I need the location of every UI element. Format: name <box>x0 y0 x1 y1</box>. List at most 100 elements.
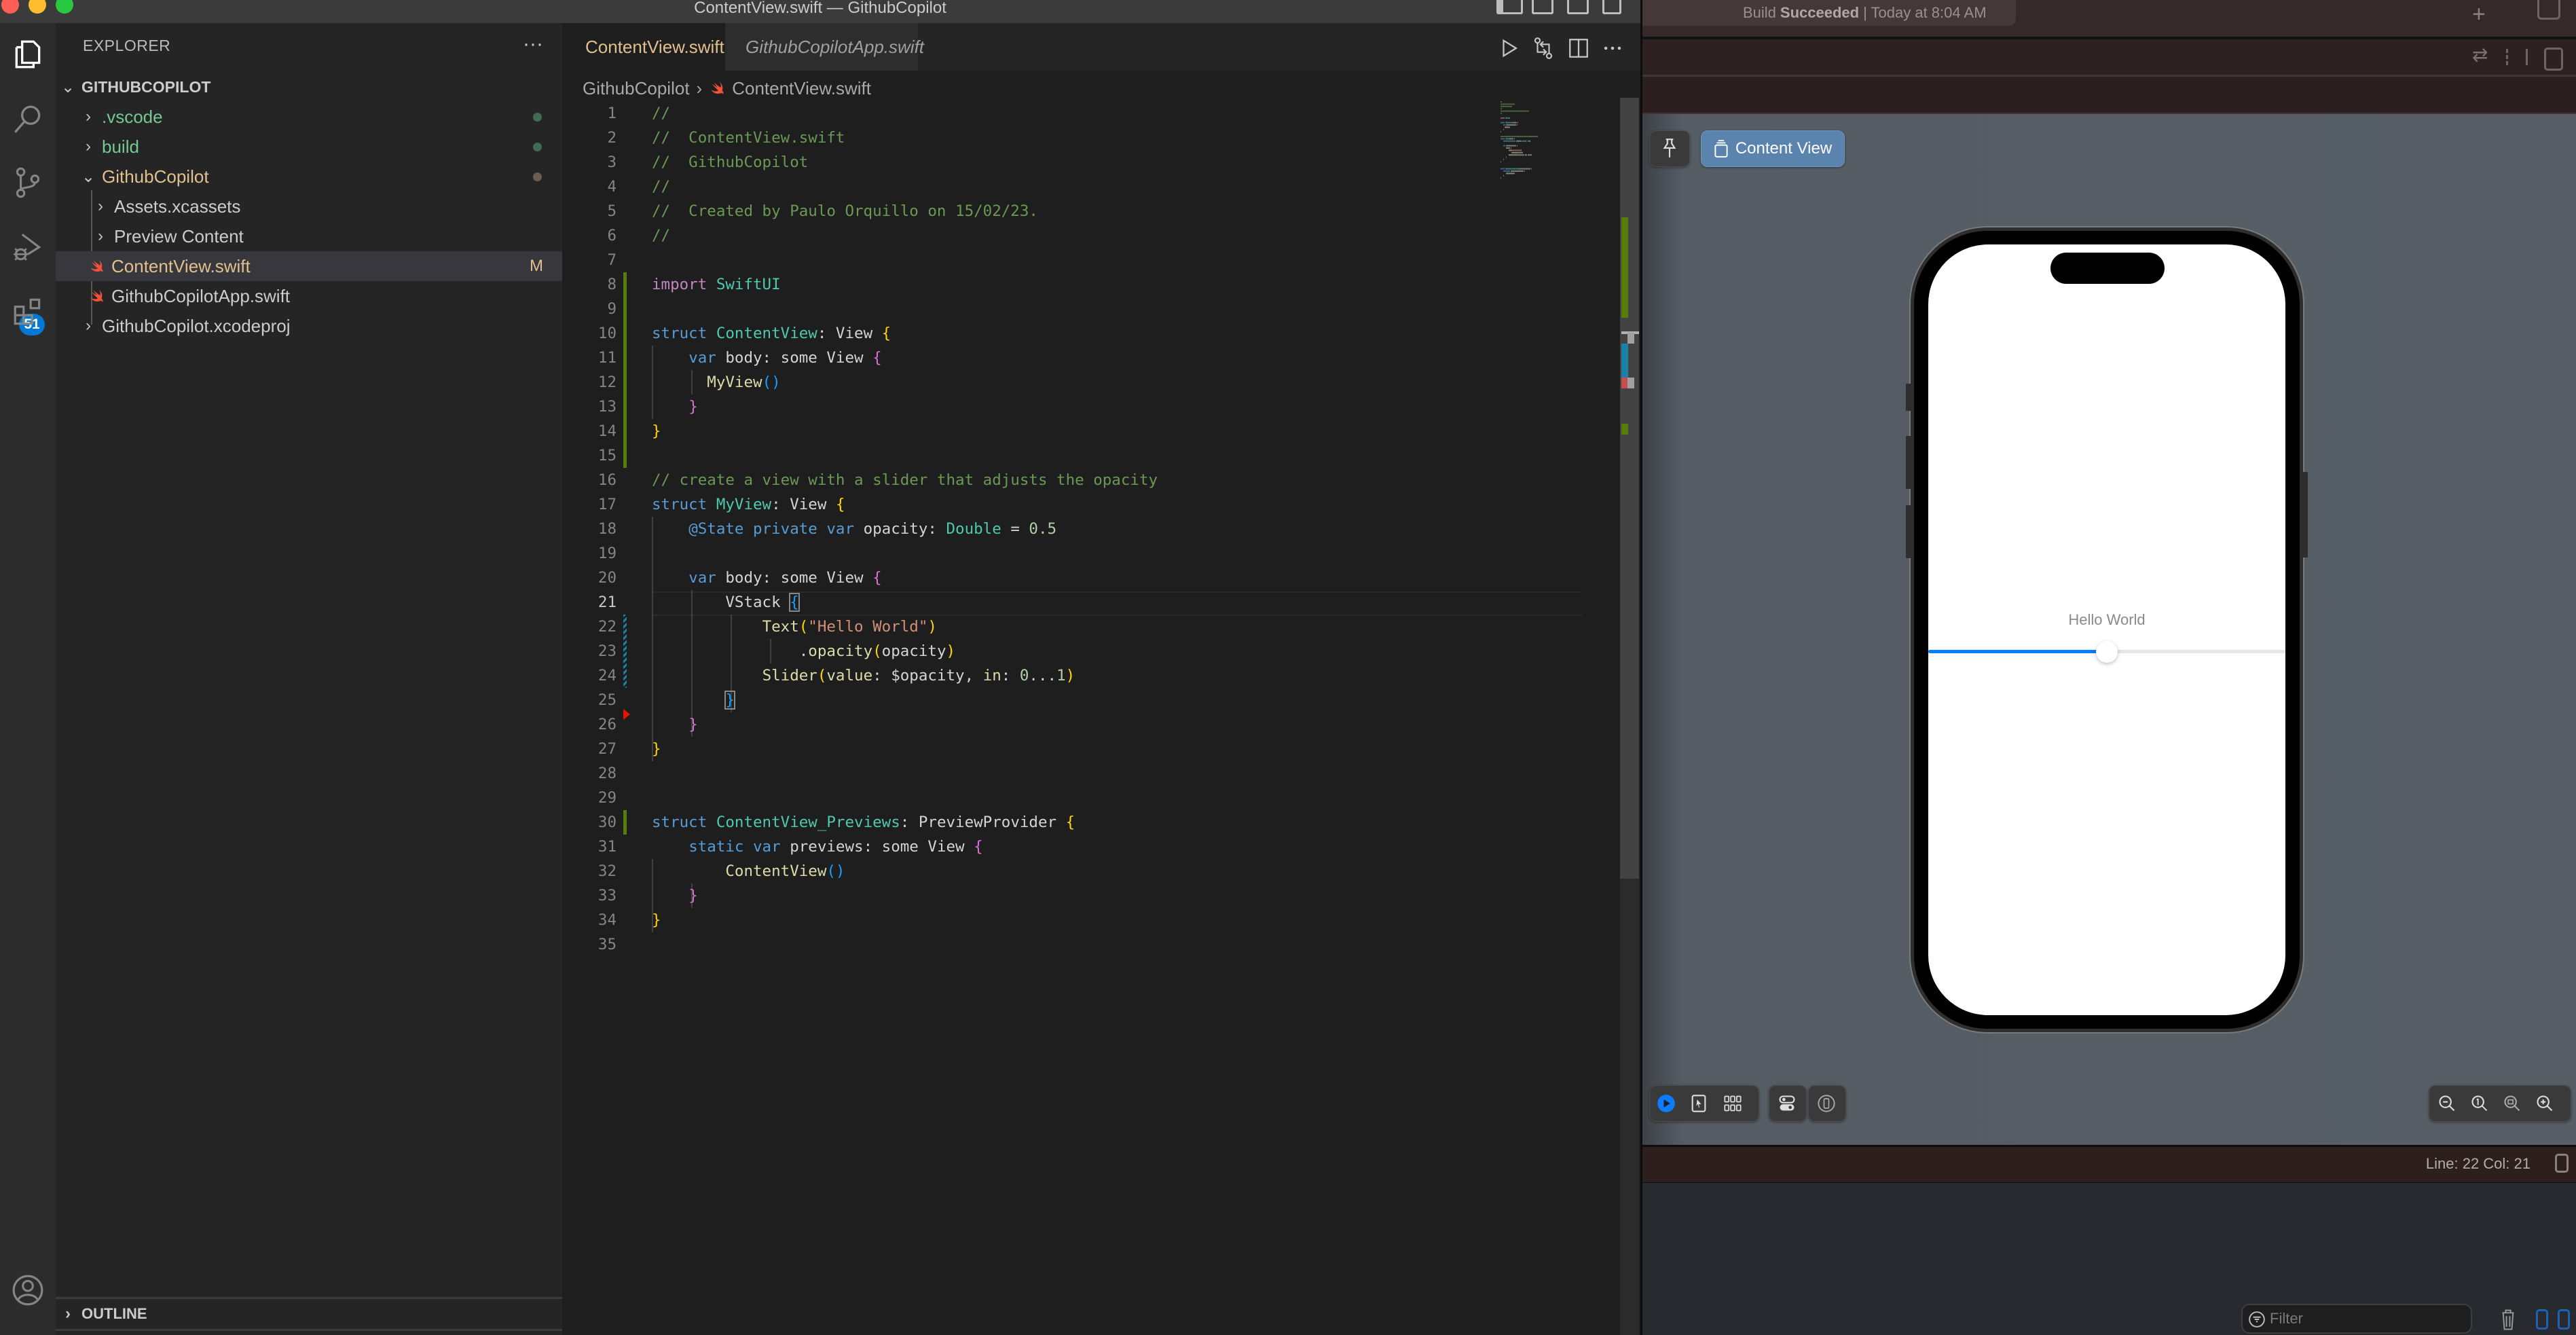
code-line[interactable]: // <box>652 223 670 248</box>
swap-icon[interactable]: ⇄ <box>2472 43 2488 66</box>
zoom-in-icon[interactable] <box>2535 1094 2554 1113</box>
minimap[interactable] <box>1501 101 1575 183</box>
code-line[interactable]: } <box>652 395 698 419</box>
code-token: MyView <box>716 496 772 513</box>
preview-canvas[interactable]: Content View Hello World <box>1642 114 2576 1145</box>
code-line[interactable]: ContentView() <box>652 859 845 883</box>
split-editor-icon[interactable] <box>1567 37 1590 60</box>
workspace-root[interactable]: ⌄ GITHUBCOPILOT <box>56 72 562 102</box>
tree-item-contentview-swift[interactable]: ContentView.swift M <box>56 251 562 281</box>
tree-item-assets[interactable]: › Assets.xcassets <box>56 191 562 221</box>
zoom-out-icon[interactable] <box>2437 1094 2457 1113</box>
code-line[interactable]: Slider(value: $opacity, in: 0...1) <box>652 663 1075 688</box>
breadcrumb-file[interactable]: ContentView.swift <box>732 78 871 99</box>
minimap-token <box>1501 101 1502 103</box>
chevron-down-icon: ⌄ <box>81 167 96 186</box>
minimap-token <box>1503 145 1505 147</box>
selectable-icon[interactable] <box>1689 1094 1708 1113</box>
code-line[interactable]: struct ContentView_Previews: PreviewProv… <box>652 810 1075 835</box>
code-line[interactable]: var body: some View { <box>652 346 881 370</box>
preview-slider-thumb[interactable] <box>2096 641 2118 663</box>
code-line[interactable]: // Created by Paulo Orquillo on 15/02/23… <box>652 199 1038 223</box>
code-token: opacity <box>808 642 873 660</box>
toggle-secondary-sidebar-icon[interactable] <box>1567 0 1589 14</box>
tree-item-xcodeproj[interactable]: › GithubCopilot.xcodeproj <box>56 311 562 341</box>
show-console-view-icon[interactable] <box>2558 1309 2570 1330</box>
zoom-fit-icon[interactable] <box>2503 1094 2522 1113</box>
tree-item-vscode[interactable]: › .vscode <box>56 102 562 132</box>
code-line[interactable]: } <box>652 712 698 737</box>
clear-console-icon[interactable] <box>2499 1308 2517 1331</box>
code-line[interactable]: static var previews: some View { <box>652 835 983 859</box>
breadcrumb-folder[interactable]: GithubCopilot <box>583 78 690 99</box>
run-icon[interactable] <box>1498 37 1521 60</box>
code-token: SwiftUI <box>716 276 781 293</box>
activity-run-debug[interactable] <box>0 220 56 274</box>
code-token: opacity <box>881 642 946 660</box>
editor-options-icon[interactable] <box>2506 49 2528 65</box>
code-token: opacity: <box>854 520 946 538</box>
tree-item-preview-content[interactable]: › Preview Content <box>56 221 562 251</box>
overview-selection-marker <box>1627 333 1634 344</box>
code-line[interactable]: } <box>652 908 661 932</box>
show-variables-view-icon[interactable] <box>2536 1309 2548 1330</box>
activity-source-control[interactable]: 51 <box>0 156 56 335</box>
code-line[interactable]: // GithubCopilot <box>652 150 808 175</box>
code-line[interactable]: Text("Hello World") <box>652 615 937 639</box>
toggle-primary-sidebar-icon[interactable] <box>1496 0 1523 14</box>
code-line[interactable]: // <box>652 101 670 126</box>
zoom-100-icon[interactable] <box>2470 1094 2489 1113</box>
code-line[interactable]: } <box>652 688 735 712</box>
customize-layout-icon[interactable] <box>1602 0 1621 14</box>
line-number: 12 <box>597 373 617 391</box>
code-line[interactable]: // create a view with a slider that adju… <box>652 468 1158 492</box>
device-settings-button[interactable] <box>1769 1085 1807 1122</box>
tree-item-app-swift[interactable]: GithubCopilotApp.swift <box>56 281 562 311</box>
minimap-token <box>1501 105 1512 107</box>
toggle-panel-icon[interactable] <box>1532 0 1553 14</box>
more-actions-icon[interactable] <box>1601 37 1624 60</box>
pin-icon <box>1663 139 1676 158</box>
inspector-toggle-icon[interactable] <box>2537 0 2560 20</box>
add-icon[interactable]: + <box>2472 1 2486 28</box>
code-line[interactable]: @State private var opacity: Double = 0.5 <box>652 517 1056 541</box>
code-line[interactable]: // <box>652 175 670 199</box>
device-button[interactable] <box>1808 1085 1846 1122</box>
tab-githubcopilotapp-swift[interactable]: GithubCopilotApp.swift <box>725 23 924 71</box>
live-preview-icon[interactable] <box>1657 1094 1676 1113</box>
pin-preview-button[interactable] <box>1649 130 1690 167</box>
console-filter-input[interactable]: Filter <box>2241 1304 2472 1334</box>
content-view-preview-button[interactable]: Content View <box>1701 130 1845 167</box>
code-line[interactable]: VStack { <box>652 590 800 615</box>
activity-search[interactable] <box>0 92 56 147</box>
editor-scrollbar-thumb[interactable] <box>1620 98 1639 879</box>
code-line[interactable]: } <box>652 883 698 908</box>
tree-item-githubcopilot-folder[interactable]: ⌄ GithubCopilot <box>56 162 562 191</box>
device-screen[interactable]: Hello World <box>1928 244 2285 1015</box>
code-line[interactable]: } <box>652 737 661 761</box>
minimap-token <box>1524 170 1525 172</box>
code-line[interactable]: var body: some View { <box>652 566 881 590</box>
code-line[interactable]: MyView() <box>652 370 780 395</box>
minimap-token <box>1530 154 1531 156</box>
outline-section-header[interactable]: › OUTLINE <box>56 1297 562 1331</box>
editor-scrollbar[interactable] <box>1620 98 1639 1335</box>
variants-icon[interactable] <box>1723 1094 1742 1113</box>
code-line[interactable]: struct ContentView: View { <box>652 321 891 346</box>
activity-extensions[interactable] <box>0 285 56 340</box>
minimap-token <box>1506 172 1513 175</box>
code-line[interactable]: .opacity(opacity) <box>652 639 955 663</box>
code-line[interactable]: } <box>652 419 661 443</box>
add-editor-icon[interactable] <box>2544 48 2563 71</box>
toggle-debug-area-icon[interactable] <box>2555 1154 2569 1173</box>
activity-accounts[interactable] <box>0 1263 56 1317</box>
compare-changes-icon[interactable] <box>1532 37 1555 60</box>
explorer-more-actions-icon[interactable]: ··· <box>523 33 543 56</box>
activity-explorer[interactable] <box>0 27 56 81</box>
code-line[interactable]: struct MyView: View { <box>652 492 845 517</box>
tab-contentview-swift[interactable]: ContentView.swift M × <box>562 23 763 71</box>
code-line[interactable]: // ContentView.swift <box>652 126 845 150</box>
code-line[interactable]: import SwiftUI <box>652 272 781 297</box>
tree-item-build[interactable]: › build <box>56 132 562 162</box>
